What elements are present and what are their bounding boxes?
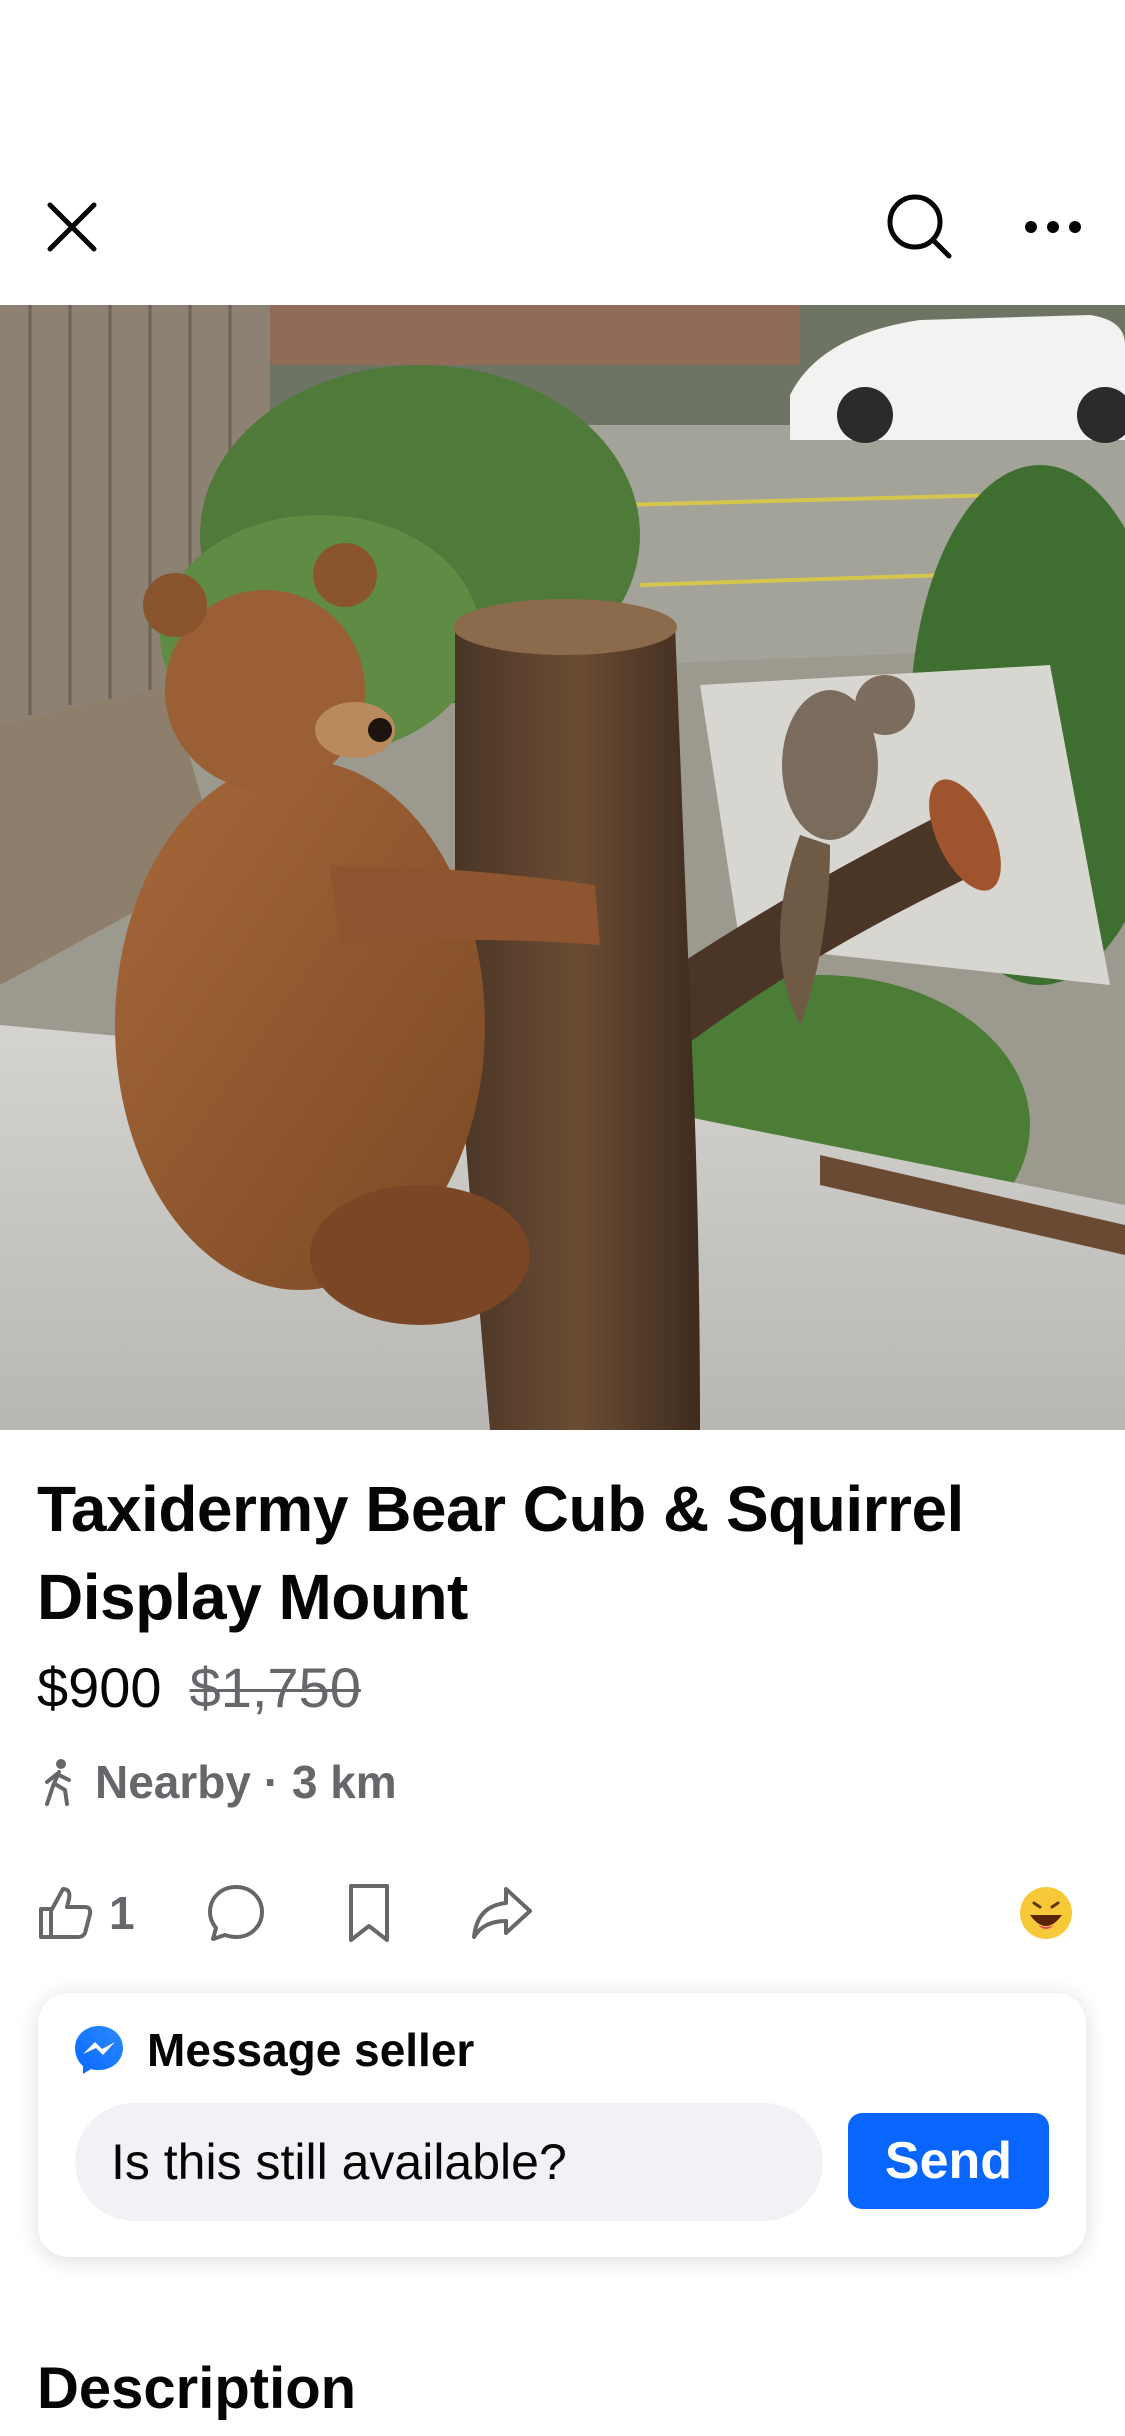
laughing-emoji-icon bbox=[1020, 1886, 1072, 1939]
top-bar bbox=[0, 170, 1125, 290]
like-count: 1 bbox=[109, 1886, 135, 1939]
share-button[interactable] bbox=[470, 1865, 534, 1960]
reaction-button[interactable] bbox=[1018, 1865, 1074, 1960]
share-icon bbox=[472, 1886, 532, 1939]
more-options-button[interactable] bbox=[1008, 182, 1098, 272]
close-icon bbox=[47, 202, 97, 252]
current-price: $900 bbox=[37, 1655, 162, 1719]
original-price: $1,750 bbox=[189, 1655, 361, 1719]
price-row: $900 $1,750 bbox=[37, 1652, 361, 1722]
bear-and-squirrel-photo bbox=[0, 305, 1125, 1430]
comment-icon bbox=[208, 1884, 264, 1941]
listing-photo[interactable] bbox=[0, 305, 1125, 1430]
thumbs-up-icon bbox=[39, 1886, 93, 1939]
like-button[interactable]: 1 bbox=[35, 1865, 135, 1960]
message-seller-card: Message seller Send bbox=[38, 1993, 1086, 2257]
listing-title: Taxidermy Bear Cub & Squirrel Display Mo… bbox=[37, 1473, 964, 1633]
more-horizontal-icon bbox=[1025, 221, 1081, 233]
message-input[interactable] bbox=[75, 2103, 823, 2221]
location-text: Nearby · 3 km bbox=[95, 1756, 397, 1808]
description-heading: Description bbox=[37, 2356, 357, 2421]
walking-person-icon bbox=[45, 1759, 71, 1806]
message-seller-header: Message seller bbox=[73, 2023, 474, 2077]
action-bar: 1 bbox=[0, 1865, 1125, 1960]
search-button[interactable] bbox=[875, 182, 965, 272]
close-button[interactable] bbox=[27, 182, 117, 272]
message-seller-title: Message seller bbox=[147, 2024, 475, 2076]
comment-button[interactable] bbox=[205, 1865, 267, 1960]
location-row: Nearby · 3 km bbox=[37, 1755, 397, 1809]
search-icon bbox=[887, 194, 952, 259]
bookmark-icon bbox=[349, 1883, 389, 1942]
messenger-icon bbox=[75, 2026, 123, 2074]
save-button[interactable] bbox=[345, 1865, 393, 1960]
send-button[interactable]: Send bbox=[848, 2113, 1049, 2209]
